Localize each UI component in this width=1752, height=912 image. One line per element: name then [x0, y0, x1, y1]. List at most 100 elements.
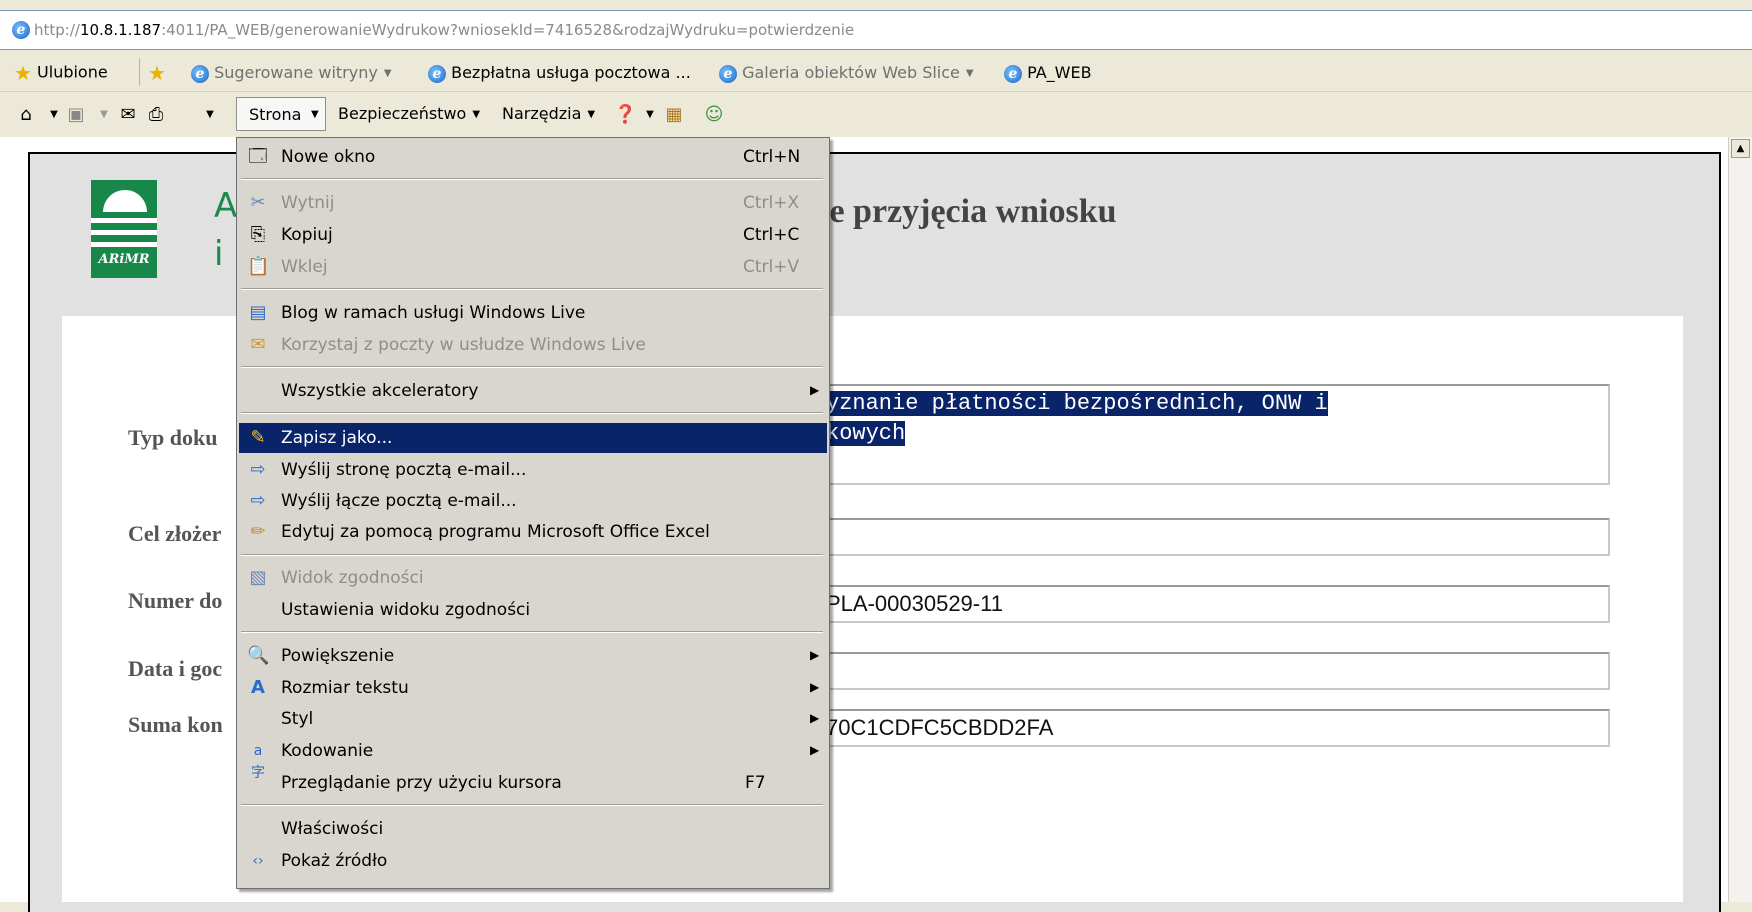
menu-item-shortcut: Ctrl+V [743, 257, 800, 277]
address-bar[interactable]: e http://10.8.1.187:4011/PA_WEB/generowa… [0, 10, 1752, 50]
feeds-icon[interactable]: ▣ [66, 105, 86, 125]
favlink-label: Galeria obiektów Web Slice [742, 63, 960, 82]
organization-name-line1: A [214, 186, 238, 226]
menu-item-label: Nowe okno [281, 147, 376, 167]
menu-item-copy[interactable]: ⎘ Kopiuj Ctrl+C [239, 220, 827, 250]
menu-item-shortcut: F7 [745, 773, 766, 793]
chevron-down-icon[interactable]: ▼ [200, 105, 220, 125]
favlink-pa-web[interactable]: e PA_WEB [1004, 63, 1092, 83]
blog-icon: ▤ [249, 302, 267, 323]
edit-pencil-icon: ✏ [250, 521, 266, 542]
menu-item-label: Wyślij stronę pocztą e-mail... [281, 460, 527, 480]
address-url[interactable]: http://10.8.1.187:4011/PA_WEB/generowani… [34, 21, 854, 39]
favlink-label: PA_WEB [1027, 63, 1092, 82]
menu-item-blog-windows-live[interactable]: ▤ Blog w ramach usługi Windows Live [239, 298, 827, 328]
scroll-up-icon[interactable]: ▲ [1731, 139, 1750, 158]
paste-icon: 📋 [247, 256, 270, 277]
field-label-checksum: Suma kon [128, 712, 223, 737]
print-icon[interactable]: ⎙ [146, 105, 166, 125]
menu-item-encoding[interactable]: a字 Kodowanie ▶ [239, 736, 827, 781]
selected-text: yznanie płatności bezpośrednich, ONW i [826, 391, 1328, 416]
read-mail-icon[interactable]: ✉ [118, 105, 138, 125]
menu-item-label: Wytnij [281, 193, 335, 213]
organization-name-line2: i [214, 234, 224, 274]
field-value-document-type-line2: kowych [826, 421, 906, 446]
menu-item-label: Widok zgodności [281, 568, 424, 588]
view-source-icon: ‹› [252, 853, 264, 869]
zoom-icon: 🔍 [247, 645, 270, 666]
menu-item-send-link[interactable]: ⇨ Wyślij łącze pocztą e-mail... [239, 486, 827, 516]
menu-item-label: Kopiuj [281, 225, 333, 245]
favlink-web-slice-gallery[interactable]: e Galeria obiektów Web Slice ▼ [719, 63, 974, 83]
help-icon[interactable]: ❓ [614, 105, 636, 125]
submenu-arrow-icon: ▶ [810, 383, 820, 397]
menu-item-paste[interactable]: 📋 Wklej Ctrl+V [239, 252, 827, 282]
logo-text: ARiMR [98, 252, 150, 267]
menu-item-view-source[interactable]: ‹› Pokaż źródło [239, 846, 827, 876]
tools-menu-button[interactable]: Narzędzia ▼ [502, 104, 595, 123]
field-box-date-time[interactable] [822, 652, 1610, 690]
arimr-logo: ARiMR [91, 180, 157, 278]
submenu-arrow-icon: ▶ [810, 648, 820, 662]
favlink-label: Sugerowane witryny [214, 63, 378, 82]
favlink-suggested-sites[interactable]: e Sugerowane witryny ▼ [191, 63, 392, 83]
menu-item-label: Korzystaj z poczty w usłudze Windows Liv… [281, 335, 646, 355]
menu-item-save-as[interactable]: ✎ Zapisz jako... [239, 423, 827, 453]
copy-icon: ⎘ [250, 224, 266, 245]
field-value-checksum: 70C1CDFC5CBDD2FA [826, 715, 1054, 740]
menu-item-label: Zapisz jako... [281, 428, 393, 448]
home-icon[interactable]: ⌂ [16, 105, 36, 125]
chevron-down-icon[interactable]: ▼ [640, 105, 660, 125]
menu-item-new-window[interactable]: 🗔 Nowe okno Ctrl+N [239, 142, 827, 172]
vertical-scrollbar[interactable]: ▲ [1728, 137, 1752, 902]
submenu-arrow-icon: ▶ [810, 743, 820, 757]
menu-item-zoom[interactable]: 🔍 Powiększenie ▶ [239, 641, 827, 671]
research-icon[interactable]: ▦ [664, 105, 684, 125]
send-page-icon: ⇨ [250, 459, 266, 480]
encoding-icon: a字 [251, 743, 265, 781]
favorites-separator [139, 58, 140, 86]
submenu-arrow-icon: ▶ [810, 711, 820, 725]
field-label-date-time: Data i goc [128, 656, 223, 681]
menu-item-compatibility-view[interactable]: ▧ Widok zgodności [239, 563, 827, 593]
ie-link-icon: e [428, 64, 446, 83]
menu-separator [241, 412, 823, 414]
menu-item-caret-browsing[interactable]: Przeglądanie przy użyciu kursora F7 [239, 768, 827, 798]
new-window-icon: 🗔 [248, 146, 268, 167]
menu-item-label: Przeglądanie przy użyciu kursora [281, 773, 562, 793]
page-menu-button[interactable]: Strona ▼ [236, 97, 326, 131]
field-box-purpose[interactable] [822, 518, 1610, 556]
menu-item-edit-in-excel[interactable]: ✏ Edytuj za pomocą programu Microsoft Of… [239, 517, 827, 547]
ie-link-icon: e [191, 64, 209, 83]
menu-item-cut[interactable]: ✂ Wytnij Ctrl+X [239, 188, 827, 218]
menu-item-mail-windows-live[interactable]: ✉ Korzystaj z poczty w usłudze Windows L… [239, 330, 827, 360]
menu-item-label: Blog w ramach usługi Windows Live [281, 303, 586, 323]
messenger-icon[interactable]: ☺ [704, 105, 724, 125]
menu-item-all-accelerators[interactable]: Wszystkie akceleratory ▶ [239, 376, 827, 406]
favlink-free-mail[interactable]: e Bezpłatna usługa pocztowa ... [428, 63, 691, 83]
menu-item-label: Edytuj za pomocą programu Microsoft Offi… [281, 522, 710, 542]
menu-item-label: Wyślij łącze pocztą e-mail... [281, 491, 517, 511]
menu-separator [241, 631, 823, 633]
menu-item-compatibility-settings[interactable]: Ustawienia widoku zgodności [239, 595, 827, 625]
add-favorite-icon[interactable]: ★ [148, 61, 166, 85]
chevron-down-icon[interactable]: ▼ [94, 105, 114, 125]
chevron-down-icon: ▼ [311, 109, 319, 120]
favorites-button[interactable]: ★ Ulubione [14, 61, 108, 85]
menu-item-text-size[interactable]: A Rozmiar tekstu ▶ [239, 673, 827, 703]
field-label-document-type: Typ doku [128, 425, 218, 450]
safety-menu-button[interactable]: Bezpieczeństwo ▼ [338, 104, 480, 123]
save-as-icon: ✎ [250, 427, 266, 448]
page-menu-label: Strona [249, 105, 302, 124]
tools-menu-label: Narzędzia [502, 104, 582, 123]
chevron-down-icon: ▼ [965, 68, 974, 79]
menu-item-send-page[interactable]: ⇨ Wyślij stronę pocztą e-mail... [239, 455, 827, 485]
url-prefix: http:// [34, 21, 80, 39]
menu-item-properties[interactable]: Właściwości [239, 814, 827, 844]
menu-item-style[interactable]: Styl ▶ [239, 704, 827, 734]
url-rest: :4011/PA_WEB/generowanieWydrukow?wniosek… [161, 21, 855, 39]
favlink-label: Bezpłatna usługa pocztowa ... [451, 63, 691, 82]
chevron-down-icon[interactable]: ▼ [44, 105, 64, 125]
favorites-bar: ★ Ulubione ★ e Sugerowane witryny ▼ e Bez… [0, 52, 1752, 92]
logo-stripe [91, 242, 157, 247]
